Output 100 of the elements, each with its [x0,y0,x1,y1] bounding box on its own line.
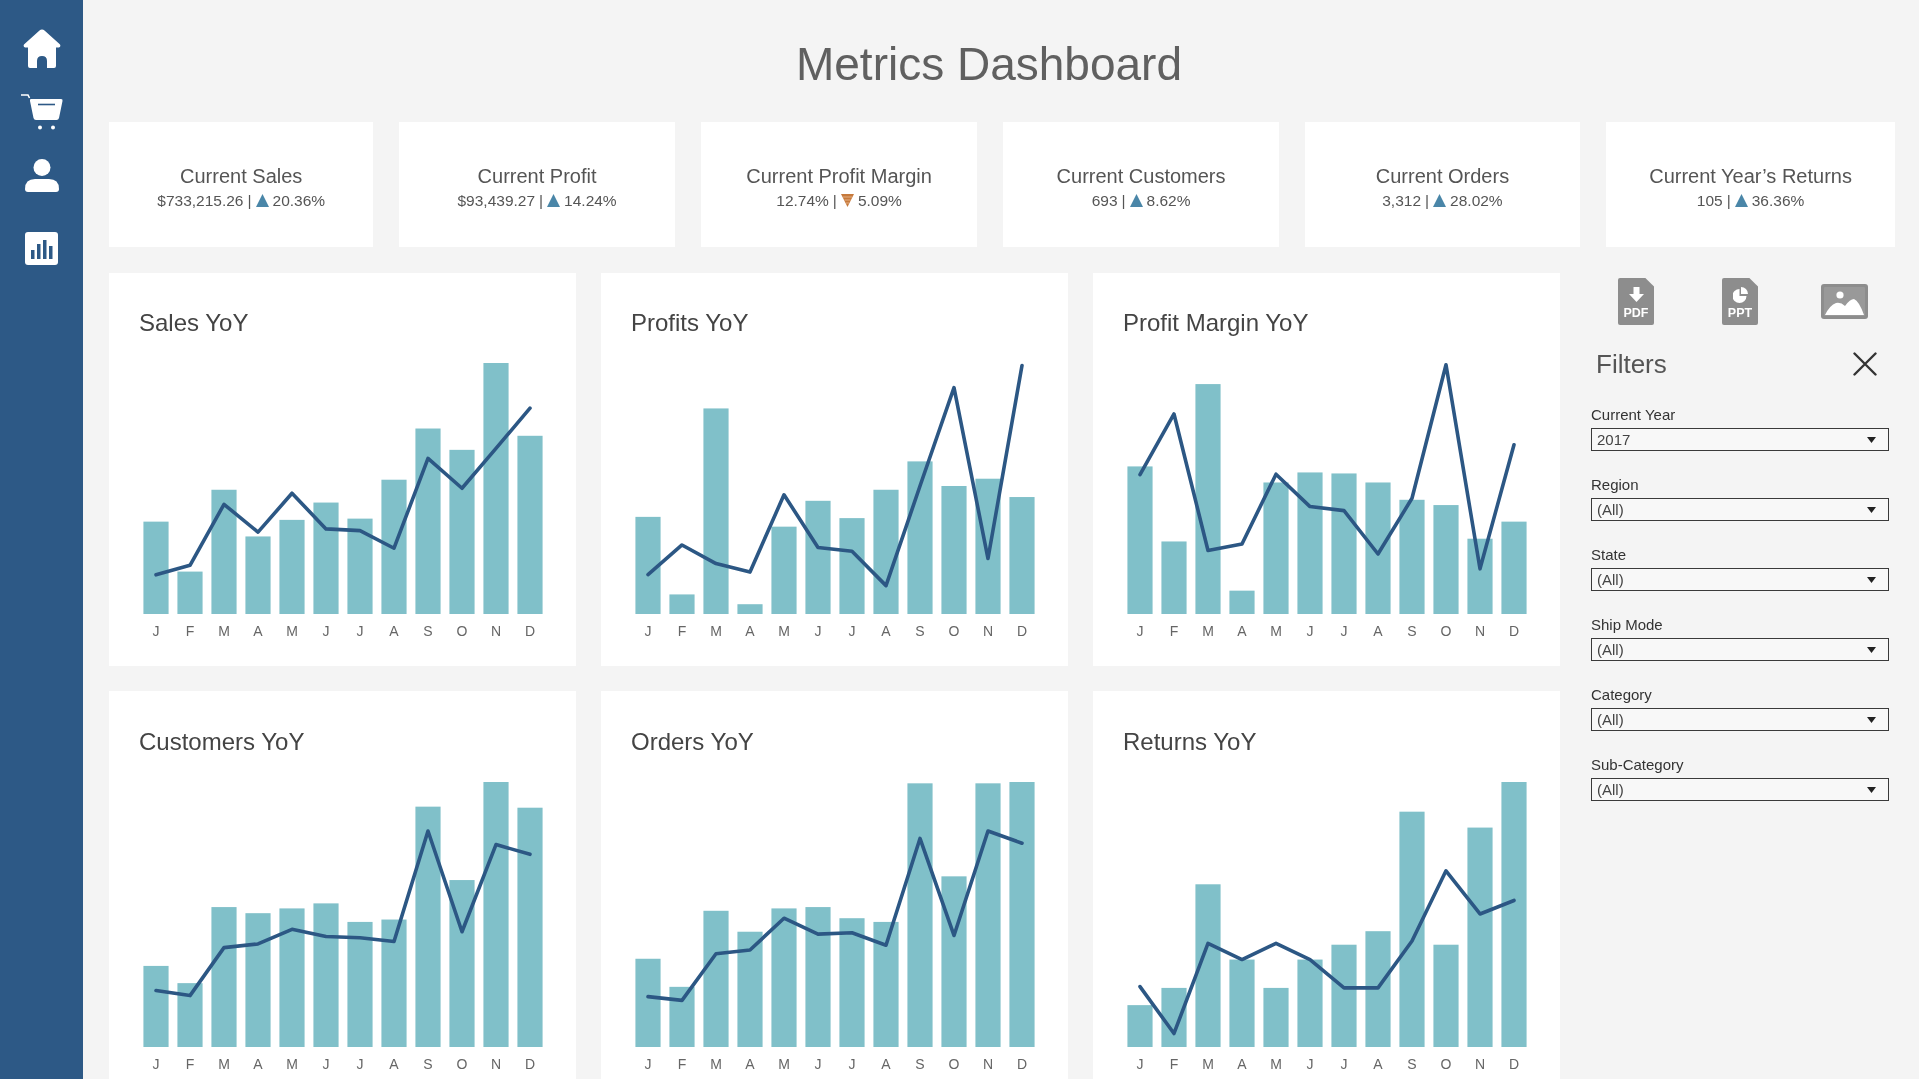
kpi-title: Current Customers [1056,163,1226,188]
month-label: A [389,1055,399,1074]
month-label: J [356,1055,364,1074]
kpi-title: Current Year’s Returns [1649,163,1852,188]
chart-title: Profit Margin YoY [1123,309,1309,337]
month-label: S [423,1055,433,1074]
value-separator: | [1425,190,1430,210]
month-label: M [710,1055,722,1074]
filter-label: Category [1591,686,1652,704]
month-label: A [881,1055,891,1074]
month-label: A [1237,622,1247,641]
month-label: J [152,1055,160,1074]
month-label: A [253,1055,263,1074]
value-separator: | [247,190,252,210]
month-label: A [745,1055,755,1074]
month-label: A [881,622,891,641]
month-label: M [218,622,230,641]
month-label: M [286,1055,298,1074]
month-label: F [1169,1055,1179,1074]
month-label: M [778,622,790,641]
month-label: J [848,1055,856,1074]
month-label: A [745,622,755,641]
month-label: M [1202,622,1214,641]
month-label: A [1237,1055,1247,1074]
chart-title: Orders YoY [631,728,754,756]
month-label: O [456,1055,468,1074]
kpi-value: 12.74% [776,190,829,210]
month-label: N [1474,622,1486,641]
month-label: D [524,1055,536,1074]
kpi-value: $733,215.26 [157,190,244,210]
filter-label: Region [1591,476,1639,494]
value-separator: | [539,190,544,210]
value-separator: | [832,190,837,210]
kpi-change: 36.36% [1751,190,1805,210]
month-label: O [456,622,468,641]
month-label: O [948,1055,960,1074]
month-label: J [1306,622,1314,641]
month-label: J [1136,1055,1144,1074]
dashboard-title: Metrics Dashboard [795,37,1182,92]
month-label: D [1016,622,1028,641]
kpi-change: 5.09% [857,190,902,210]
kpi-title: Current Profit [477,163,597,188]
month-label: M [1270,622,1282,641]
month-label: O [1440,622,1452,641]
month-label: N [982,622,994,641]
filter-label: Sub-Category [1591,756,1684,774]
kpi-title: Current Orders [1375,163,1510,188]
month-label: J [1340,1055,1348,1074]
kpi-change: 20.36% [272,190,326,210]
month-label: J [814,622,822,641]
chart-title: Customers YoY [139,728,305,756]
chart-title: Returns YoY [1123,728,1257,756]
month-label: S [1407,622,1417,641]
month-label: F [677,1055,687,1074]
month-label: A [1373,622,1383,641]
month-label: J [644,622,652,641]
month-label: S [915,622,925,641]
month-label: J [152,622,160,641]
month-label: M [710,622,722,641]
chart-title: Profits YoY [631,309,749,337]
kpi-value: 3,312 [1382,190,1422,210]
chart-title: Sales YoY [139,309,249,337]
month-label: A [389,622,399,641]
month-label: N [1474,1055,1486,1074]
filters-heading: Filters [1596,348,1667,380]
month-label: J [814,1055,822,1074]
month-label: M [1202,1055,1214,1074]
month-label: J [322,622,330,641]
month-label: J [644,1055,652,1074]
month-label: M [218,1055,230,1074]
kpi-title: Current Profit Margin [746,163,932,188]
month-label: A [253,622,263,641]
kpi-value: 693 [1091,190,1118,210]
month-label: M [286,622,298,641]
kpi-change: 28.02% [1450,190,1503,210]
month-label: S [423,622,433,641]
value-separator: | [1121,190,1126,210]
month-label: N [982,1055,994,1074]
month-label: M [778,1055,790,1074]
month-label: D [1508,1055,1520,1074]
month-label: M [1270,1055,1282,1074]
month-label: O [948,622,960,641]
month-label: J [848,622,856,641]
value-separator: | [1726,190,1731,210]
filter-label: Ship Mode [1591,616,1663,634]
month-label: O [1440,1055,1452,1074]
month-label: D [1016,1055,1028,1074]
kpi-change: 8.62% [1146,190,1191,210]
month-label: J [322,1055,330,1074]
kpi-title: Current Sales [180,163,303,188]
month-label: D [524,622,536,641]
month-label: F [677,622,687,641]
kpi-change: 14.24% [564,190,617,210]
month-label: F [185,622,195,641]
filter-label: Current Year [1591,406,1676,424]
month-label: S [915,1055,925,1074]
month-label: A [1373,1055,1383,1074]
month-label: J [1340,622,1348,641]
month-label: J [356,622,364,641]
month-label: F [1169,622,1179,641]
